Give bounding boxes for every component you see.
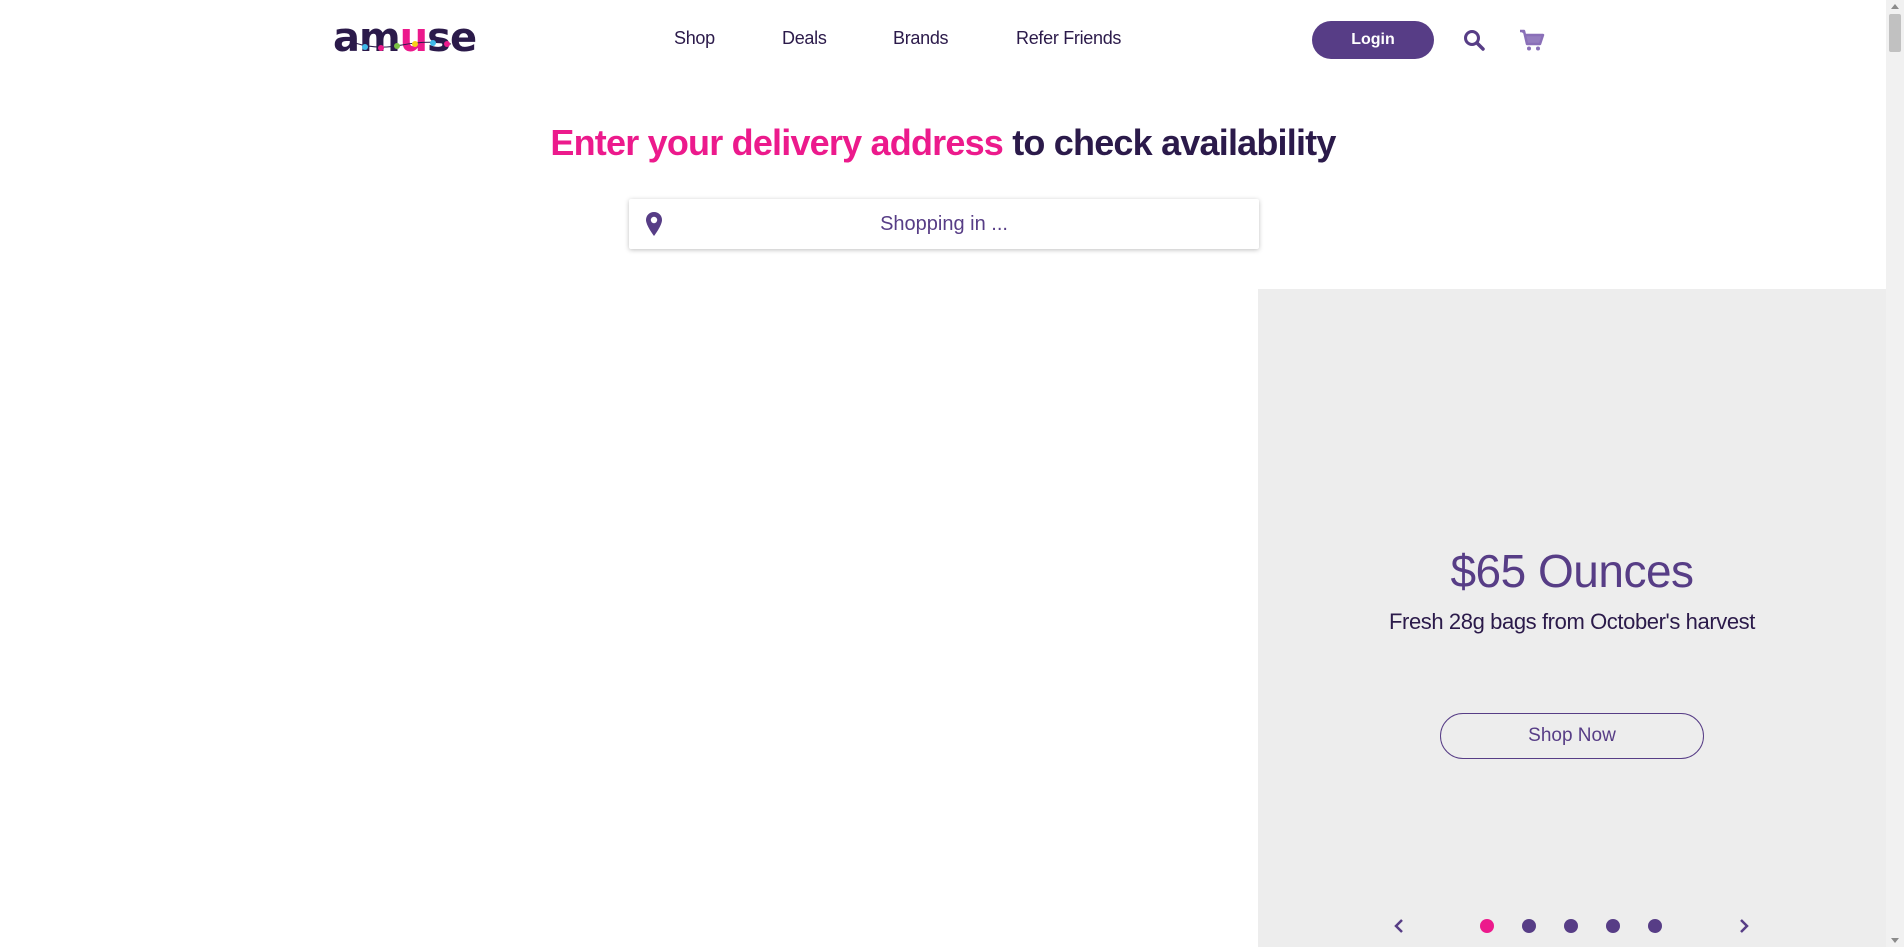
- string-lights-icon: [354, 40, 452, 51]
- page-headline: Enter your delivery address to check ava…: [0, 122, 1886, 164]
- carousel-dot-3[interactable]: [1564, 919, 1578, 933]
- scroll-up-icon[interactable]: [1891, 4, 1899, 9]
- login-button[interactable]: Login: [1312, 21, 1434, 59]
- nav-brands[interactable]: Brands: [893, 28, 949, 49]
- address-field[interactable]: [629, 199, 1259, 249]
- map-pin-icon: [645, 211, 663, 241]
- headline-rest: to check availability: [1003, 122, 1336, 163]
- scroll-thumb[interactable]: [1889, 14, 1901, 52]
- nav-refer-friends[interactable]: Refer Friends: [1016, 28, 1121, 49]
- shop-now-button[interactable]: Shop Now: [1440, 713, 1704, 759]
- scroll-down-icon[interactable]: [1891, 938, 1899, 943]
- site-header: am u se Shop Deals Brands Refer Friends Lo…: [0, 0, 1886, 80]
- amuse-logo[interactable]: am u se: [333, 18, 477, 58]
- promo-title: $65 Ounces: [1450, 545, 1694, 597]
- headline-highlight: Enter your delivery address: [550, 122, 1004, 163]
- page: am u se Shop Deals Brands Refer Friends Lo…: [0, 0, 1904, 947]
- carousel-dots: [1258, 919, 1886, 933]
- chevron-right-icon[interactable]: [1734, 916, 1754, 936]
- cart-icon[interactable]: [1518, 26, 1546, 54]
- carousel-dot-5[interactable]: [1648, 919, 1662, 933]
- carousel-dot-2[interactable]: [1522, 919, 1536, 933]
- carousel-dot-1[interactable]: [1480, 919, 1494, 933]
- address-input[interactable]: [679, 199, 1209, 249]
- search-icon[interactable]: [1460, 26, 1488, 54]
- promo-carousel: $65 Ounces Fresh 28g bags from October's…: [1258, 289, 1886, 947]
- promo-subtitle: Fresh 28g bags from October's harvest: [1388, 609, 1755, 634]
- nav-deals[interactable]: Deals: [782, 28, 827, 49]
- nav-shop[interactable]: Shop: [674, 28, 715, 49]
- page-scrollbar[interactable]: [1886, 0, 1904, 947]
- carousel-dot-4[interactable]: [1606, 919, 1620, 933]
